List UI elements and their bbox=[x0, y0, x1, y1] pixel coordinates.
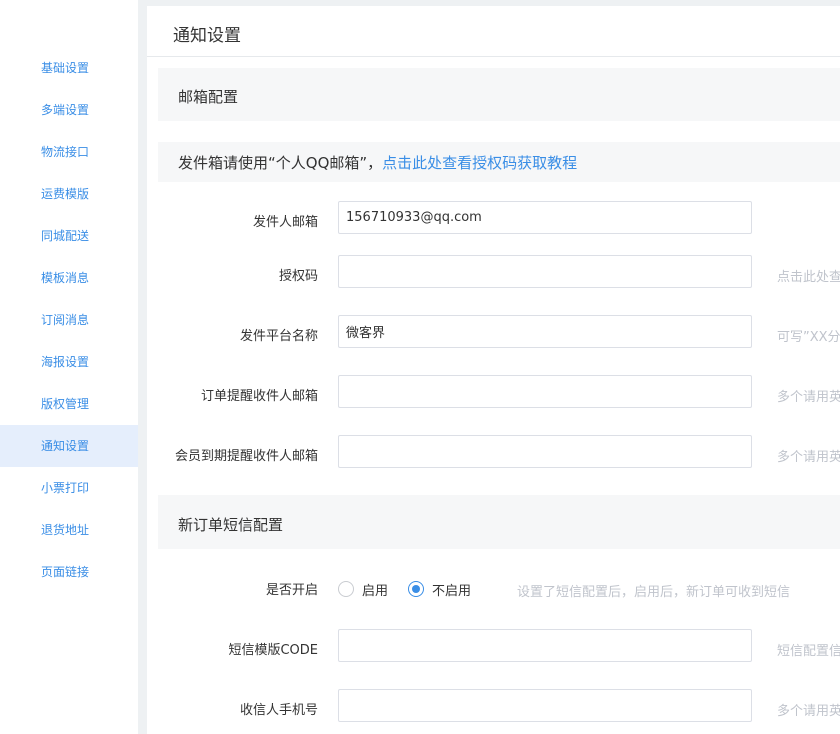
sender-email-input[interactable] bbox=[338, 201, 752, 234]
sidebar-item-basic-settings[interactable]: 基础设置 bbox=[0, 47, 138, 89]
member-recipient-label: 会员到期提醒收件人邮箱 bbox=[174, 449, 318, 464]
sms-template-code-hint: 短信配置信 bbox=[777, 644, 840, 659]
email-notice-bar: 发件箱请使用“个人QQ邮箱”，点击此处查看授权码获取教程 bbox=[158, 142, 840, 182]
member-recipient-hint: 多个请用英 bbox=[777, 450, 840, 465]
sidebar-item-return-address[interactable]: 退货地址 bbox=[0, 509, 138, 551]
sms-phone-label: 收信人手机号 bbox=[239, 703, 318, 718]
order-recipient-label: 订单提醒收件人邮箱 bbox=[200, 389, 318, 404]
sender-email-label: 发件人邮箱 bbox=[252, 215, 318, 230]
page-title: 通知设置 bbox=[173, 26, 241, 46]
sms-template-code-input[interactable] bbox=[338, 629, 752, 662]
sidebar-item-page-links[interactable]: 页面链接 bbox=[0, 551, 138, 593]
sms-section-header: 新订单短信配置 bbox=[158, 495, 840, 549]
main-panel: 通知设置 邮箱配置 发件箱请使用“个人QQ邮箱”，点击此处查看授权码获取教程 发… bbox=[147, 6, 840, 734]
sidebar-item-copyright[interactable]: 版权管理 bbox=[0, 383, 138, 425]
email-section-title: 邮箱配置 bbox=[178, 88, 239, 106]
platform-name-hint: 可写”XX分 bbox=[777, 330, 840, 345]
sidebar-item-template-messages[interactable]: 模板消息 bbox=[0, 257, 138, 299]
sidebar-item-poster-settings[interactable]: 海报设置 bbox=[0, 341, 138, 383]
platform-name-label: 发件平台名称 bbox=[239, 329, 318, 344]
sidebar-item-multi-platform[interactable]: 多端设置 bbox=[0, 89, 138, 131]
member-recipient-input[interactable] bbox=[338, 435, 752, 468]
sms-enable-hint: 设置了短信配置后，启用后，新订单可收到短信 bbox=[517, 585, 791, 600]
sms-phone-hint: 多个请用英 bbox=[777, 704, 840, 719]
order-recipient-input[interactable] bbox=[338, 375, 752, 408]
sidebar-divider bbox=[138, 0, 147, 734]
email-notice-text: 发件箱请使用“个人QQ邮箱”， bbox=[178, 154, 383, 172]
sms-enable-option-off-label[interactable]: 不启用 bbox=[432, 580, 471, 599]
email-section-header: 邮箱配置 bbox=[158, 68, 840, 121]
auth-code-hint[interactable]: 点击此处查 bbox=[777, 266, 840, 285]
sidebar-item-local-delivery[interactable]: 同城配送 bbox=[0, 215, 138, 257]
sidebar-item-subscription-messages[interactable]: 订阅消息 bbox=[0, 299, 138, 341]
sms-enable-radio-on[interactable] bbox=[338, 581, 354, 597]
sidebar-item-receipt-printing[interactable]: 小票打印 bbox=[0, 467, 138, 509]
sms-enable-radio-off[interactable] bbox=[408, 581, 425, 597]
email-notice: 发件箱请使用“个人QQ邮箱”，点击此处查看授权码获取教程 bbox=[178, 152, 577, 173]
sms-enable-radio-group: 启用 不启用 bbox=[338, 579, 491, 599]
sidebar-item-notification-settings[interactable]: 通知设置 bbox=[0, 425, 138, 467]
auth-code-tutorial-link[interactable]: 点击此处查看授权码获取教程 bbox=[382, 154, 577, 172]
sidebar-item-shipping-template[interactable]: 运费模版 bbox=[0, 173, 138, 215]
sidebar-item-logistics-api[interactable]: 物流接口 bbox=[0, 131, 138, 173]
sms-phone-input[interactable] bbox=[338, 689, 752, 722]
order-recipient-hint: 多个请用英 bbox=[777, 390, 840, 405]
title-divider bbox=[147, 56, 840, 57]
platform-name-input[interactable] bbox=[338, 315, 752, 348]
sidebar: 基础设置 多端设置 物流接口 运费模版 同城配送 模板消息 订阅消息 海报设置 … bbox=[0, 0, 138, 734]
sms-enable-option-on-label[interactable]: 启用 bbox=[362, 580, 388, 599]
auth-code-input[interactable] bbox=[338, 255, 752, 288]
sms-enable-label: 是否开启 bbox=[265, 583, 318, 598]
sms-section-title: 新订单短信配置 bbox=[178, 516, 284, 534]
sms-template-code-label: 短信模版CODE bbox=[228, 643, 318, 658]
auth-code-label: 授权码 bbox=[278, 269, 318, 284]
